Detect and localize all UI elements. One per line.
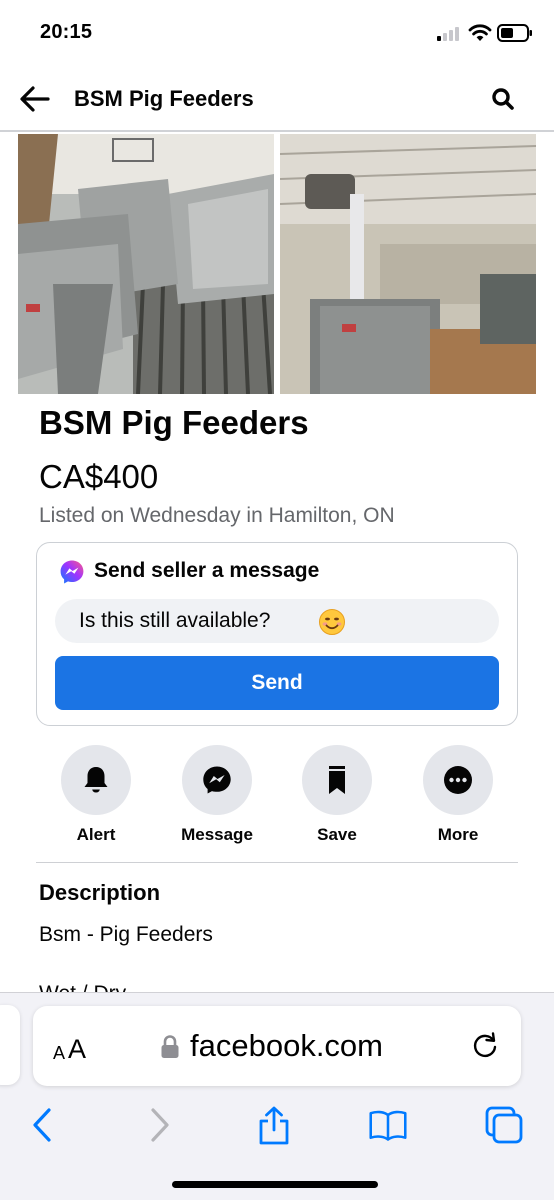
messenger-icon	[203, 766, 231, 794]
more-icon	[444, 766, 472, 794]
listing-title: BSM Pig Feeders	[39, 404, 309, 441]
previous-tab-preview[interactable]	[0, 1005, 20, 1085]
more-action[interactable]: More	[403, 745, 513, 845]
listing-photos	[18, 134, 536, 394]
message-button[interactable]	[182, 745, 252, 815]
more-button[interactable]	[423, 745, 493, 815]
more-label: More	[437, 825, 479, 844]
battery-icon	[497, 24, 532, 42]
alert-button[interactable]	[61, 745, 131, 815]
save-label: Save	[317, 825, 357, 844]
text-size-small-glyph: A	[53, 1043, 66, 1063]
smiling-emoji-icon	[319, 609, 345, 635]
page-header: BSM Pig Feeders	[0, 66, 554, 132]
text-size-large-glyph: A	[68, 1034, 87, 1064]
bell-icon	[84, 767, 108, 793]
listing-actions: Alert Message Save More	[36, 745, 518, 845]
listing-location: Listed on Wednesday in Hamilton, ON	[39, 504, 395, 527]
home-indicator	[172, 1181, 378, 1188]
message-card-heading: Send seller a message	[94, 559, 320, 582]
messenger-icon	[60, 560, 84, 584]
description-line: Bsm - Pig Feeders	[39, 923, 213, 946]
browser-toolbar: A A facebook.com	[0, 992, 554, 1200]
back-chevron-icon[interactable]	[22, 1105, 62, 1145]
send-button[interactable]: Send	[55, 656, 499, 710]
alert-label: Alert	[76, 825, 116, 844]
listing-price: CA$400	[39, 458, 159, 495]
search-icon[interactable]	[490, 86, 516, 112]
message-action[interactable]: Message	[162, 745, 272, 845]
bookmarks-icon[interactable]	[368, 1105, 408, 1145]
alert-action[interactable]: Alert	[41, 745, 151, 845]
description-heading: Description	[39, 880, 161, 905]
lock-icon	[161, 1035, 179, 1058]
message-input-value: Is this still available?	[79, 609, 271, 632]
share-icon[interactable]	[254, 1105, 294, 1145]
section-divider	[36, 862, 518, 863]
send-message-card: Send seller a message Is this still avai…	[36, 542, 518, 726]
status-bar: 20:15	[0, 0, 554, 66]
reload-icon[interactable]	[469, 1030, 501, 1062]
listing-photo-1[interactable]	[18, 134, 274, 394]
status-time: 20:15	[40, 21, 93, 43]
save-action[interactable]: Save	[282, 745, 392, 845]
message-label: Message	[181, 825, 253, 844]
message-input[interactable]: Is this still available?	[55, 599, 499, 643]
bookmark-icon	[329, 766, 345, 794]
wifi-icon	[468, 24, 492, 41]
page-settings-button[interactable]: A A	[51, 1030, 91, 1064]
back-arrow-icon[interactable]	[18, 83, 52, 115]
url-text: facebook.com	[190, 1028, 383, 1063]
address-bar[interactable]: A A facebook.com	[33, 1006, 521, 1086]
listing-photo-2[interactable]	[280, 134, 536, 394]
forward-chevron-icon[interactable]	[140, 1105, 180, 1145]
tabs-icon[interactable]	[484, 1105, 524, 1145]
cellular-signal-icon	[437, 26, 461, 41]
page-title: BSM Pig Feeders	[74, 86, 254, 111]
save-button[interactable]	[302, 745, 372, 815]
